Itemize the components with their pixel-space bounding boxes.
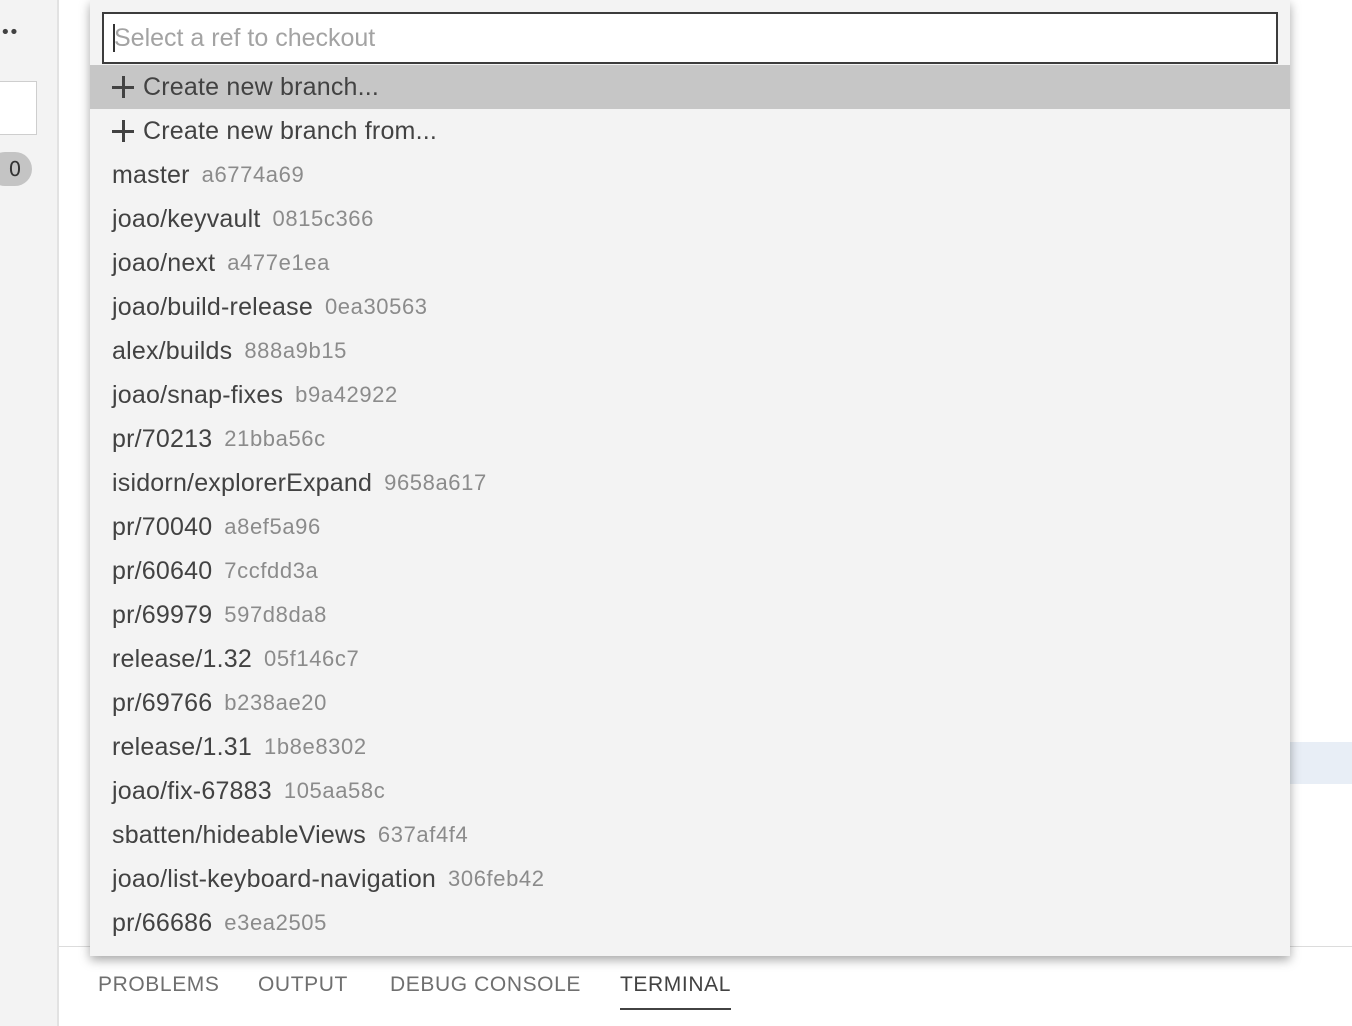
ref-name: pr/66686 (112, 908, 213, 937)
ref-name: pr/69766 (112, 688, 213, 717)
ellipsis-icon[interactable]: •• (0, 22, 22, 44)
ref-list-item[interactable]: release/1.32 05f146c7 (90, 637, 1290, 681)
ref-commit-hash: 105aa58c (283, 778, 386, 803)
ref-search-input-wrapper (102, 12, 1278, 64)
ref-name: joao/fix-67883 (112, 776, 272, 805)
plus-icon (112, 120, 134, 142)
panel-tab-bar: PROBLEMS OUTPUT DEBUG CONSOLE TERMINAL (59, 947, 1352, 1026)
ref-commit-hash: 888a9b15 (244, 338, 348, 363)
ref-list: Create new branch... Create new branch fr… (90, 65, 1290, 945)
ref-commit-hash: 7ccfdd3a (224, 558, 319, 583)
ref-name: pr/69979 (112, 600, 213, 629)
ref-commit-hash: 1b8e8302 (264, 734, 367, 759)
ref-search-input[interactable] (104, 14, 1276, 62)
plus-icon (112, 76, 134, 98)
editor-line-highlight (1290, 742, 1352, 784)
ref-list-item[interactable]: pr/69766 b238ae20 (90, 681, 1290, 725)
ref-list-item[interactable]: joao/list-keyboard-navigation 306feb42 (90, 857, 1290, 901)
ref-commit-hash: a477e1ea (227, 250, 330, 275)
tab-terminal[interactable]: TERMINAL (620, 973, 731, 1010)
ref-name: sbatten/hideableViews (112, 820, 366, 849)
sidebar: •• 0 (0, 0, 59, 1026)
ref-list-item[interactable]: joao/keyvault 0815c366 (90, 197, 1290, 241)
ref-list-item[interactable]: joao/next a477e1ea (90, 241, 1290, 285)
create-branch-item[interactable]: Create new branch... (90, 65, 1290, 109)
ref-list-item[interactable]: master a6774a69 (90, 153, 1290, 197)
ref-name: joao/keyvault (112, 204, 261, 233)
checkout-quick-pick: Create new branch... Create new branch fr… (90, 0, 1290, 956)
ref-name: joao/list-keyboard-navigation (112, 864, 437, 893)
count-badge: 0 (0, 152, 32, 186)
ref-commit-hash: 0ea30563 (324, 294, 428, 319)
ref-list-item[interactable]: pr/60640 7ccfdd3a (90, 549, 1290, 593)
ref-name: joao/build-release (112, 292, 313, 321)
ref-commit-hash: 05f146c7 (264, 646, 360, 671)
ref-commit-hash: b9a42922 (295, 382, 398, 407)
ref-commit-hash: 306feb42 (448, 866, 545, 891)
ref-name: pr/70213 (112, 424, 213, 453)
ref-commit-hash: a8ef5a96 (224, 514, 321, 539)
create-branch-from-item[interactable]: Create new branch from... (90, 109, 1290, 153)
ref-commit-hash: b238ae20 (224, 690, 327, 715)
ref-list-item[interactable]: joao/fix-67883 105aa58c (90, 769, 1290, 813)
ref-list-item[interactable]: joao/snap-fixes b9a42922 (90, 373, 1290, 417)
tab-problems[interactable]: PROBLEMS (98, 973, 220, 997)
ref-commit-hash: 9658a617 (384, 470, 487, 495)
ref-name: master (112, 160, 190, 189)
ref-list-item[interactable]: alex/builds 888a9b15 (90, 329, 1290, 373)
action-label: Create new branch... (143, 72, 380, 101)
ref-commit-hash: 0815c366 (272, 206, 374, 231)
text-caret (113, 24, 115, 52)
ref-name: pr/70040 (112, 512, 213, 541)
ref-name: alex/builds (112, 336, 233, 365)
ref-name: joao/snap-fixes (112, 380, 284, 409)
ref-commit-hash: 21bba56c (224, 426, 326, 451)
ref-name: joao/next (112, 248, 216, 277)
ref-list-item[interactable]: pr/69979 597d8da8 (90, 593, 1290, 637)
ref-commit-hash: e3ea2505 (224, 910, 327, 935)
ref-commit-hash: 637af4f4 (377, 822, 469, 847)
ref-name: release/1.31 (112, 732, 252, 761)
ref-list-item[interactable]: pr/70213 21bba56c (90, 417, 1290, 461)
ref-name: release/1.32 (112, 644, 252, 673)
ref-name: isidorn/explorerExpand (112, 468, 373, 497)
ref-list-item[interactable]: joao/build-release 0ea30563 (90, 285, 1290, 329)
ref-list-item[interactable]: sbatten/hideableViews 637af4f4 (90, 813, 1290, 857)
ref-commit-hash: a6774a69 (201, 162, 305, 187)
tab-debug-console[interactable]: DEBUG CONSOLE (390, 973, 581, 997)
count-badge-value: 0 (8, 157, 22, 181)
action-label: Create new branch from... (143, 116, 438, 145)
ref-commit-hash: 597d8da8 (224, 602, 327, 627)
ref-list-item[interactable]: release/1.31 1b8e8302 (90, 725, 1290, 769)
sidebar-input-box[interactable] (0, 81, 37, 135)
ref-name: pr/60640 (112, 556, 213, 585)
tab-output[interactable]: OUTPUT (258, 973, 348, 997)
ref-list-item[interactable]: isidorn/explorerExpand 9658a617 (90, 461, 1290, 505)
ref-list-item[interactable]: pr/70040 a8ef5a96 (90, 505, 1290, 549)
ref-list-item[interactable]: pr/66686 e3ea2505 (90, 901, 1290, 945)
